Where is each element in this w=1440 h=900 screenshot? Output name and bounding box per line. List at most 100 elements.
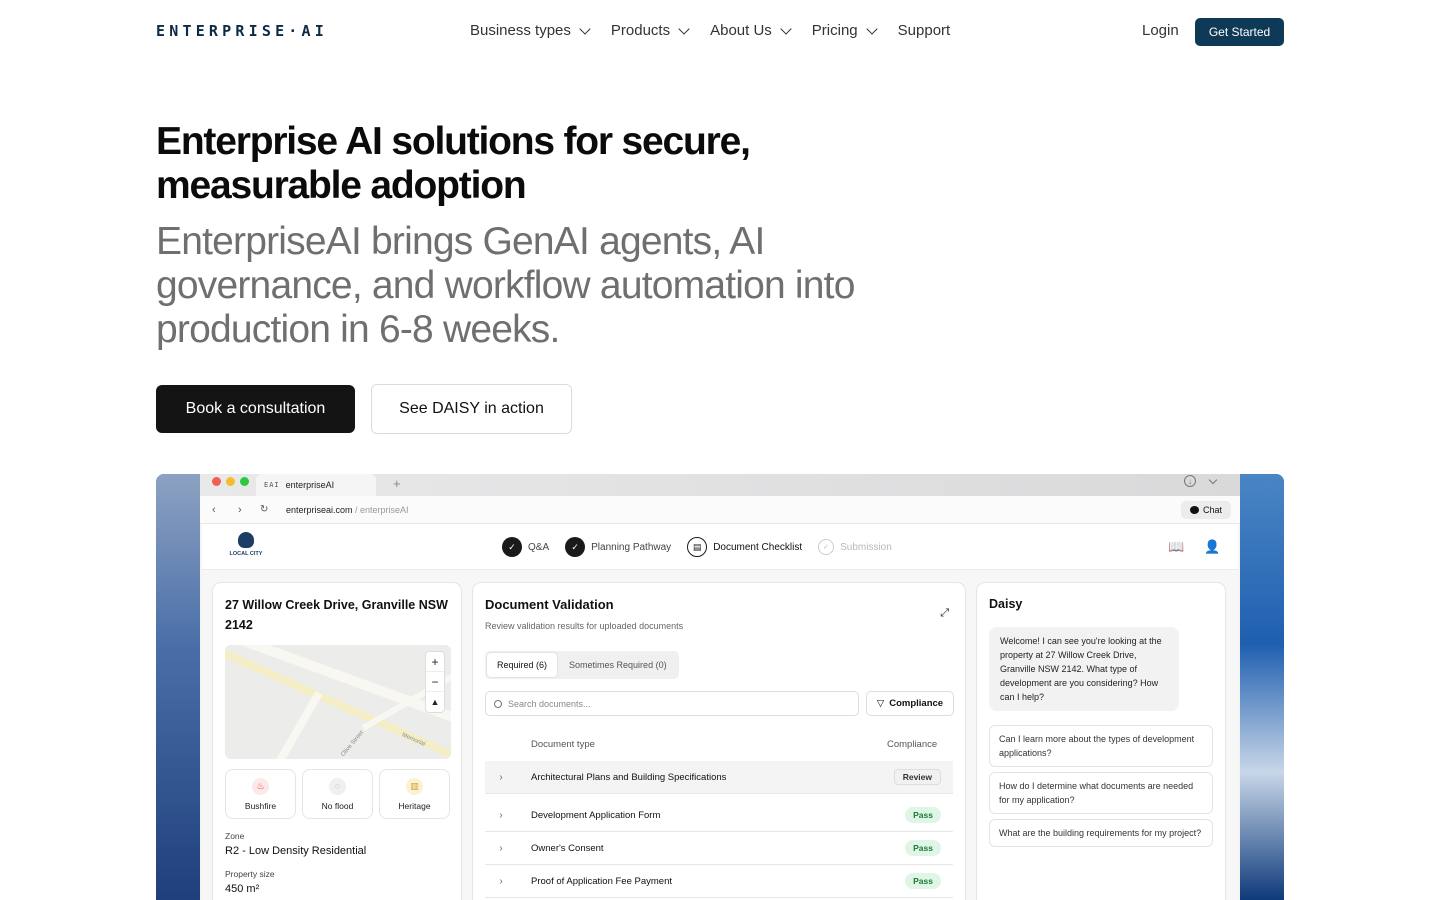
get-started-button[interactable]: Get Started: [1195, 18, 1284, 46]
step-planning-pathway[interactable]: ✓ Planning Pathway: [565, 537, 671, 557]
nav-link-label: Pricing: [811, 22, 858, 39]
search-input[interactable]: Search documents...: [485, 691, 859, 716]
document-validation-card: Document Validation Review validation re…: [472, 582, 966, 900]
search-placeholder: Search documents...: [508, 698, 591, 709]
chat-button[interactable]: Chat: [1181, 501, 1231, 519]
step-label: Planning Pathway: [591, 541, 672, 553]
app-header: LOCAL CITY ✓ Q&A ✓ Planning Pathway ▤ Docum…: [202, 524, 1238, 570]
close-dot-icon[interactable]: [212, 477, 221, 486]
chevron-right-icon: ›: [499, 809, 503, 821]
map-zoom-control: + − ▲: [425, 651, 445, 713]
suggestion-chip[interactable]: How do I determine what documents are ne…: [989, 772, 1213, 814]
filter-label: Compliance: [889, 698, 944, 709]
validation-title: Document Validation: [485, 597, 614, 612]
check-circle-icon: ✓: [565, 537, 586, 557]
nav-about-us[interactable]: About Us: [710, 22, 792, 39]
logo[interactable]: ENTERPRISE·AI: [156, 22, 328, 40]
map-road: [225, 645, 451, 727]
user-icon[interactable]: 👤: [1204, 539, 1220, 555]
step-label: Submission: [840, 541, 892, 553]
zoom-out-icon[interactable]: −: [426, 672, 444, 692]
chevron-down-icon[interactable]: [1208, 475, 1218, 485]
map-road: [255, 691, 323, 759]
zoom-in-icon[interactable]: +: [426, 652, 444, 672]
chat-label: Chat: [1202, 505, 1222, 515]
hero-subtitle: EnterpriseAI brings GenAI agents, AI gov…: [156, 220, 855, 351]
water-icon: ◌: [329, 777, 346, 795]
tag-bushfire[interactable]: ♨ Bushfire: [225, 769, 296, 819]
chevron-right-icon: ›: [499, 875, 503, 887]
tag-no-flood[interactable]: ◌ No flood: [302, 769, 373, 819]
tab-required[interactable]: Required (6): [487, 653, 558, 677]
table-row[interactable]: › Architectural Plans and Building Specif…: [485, 761, 953, 794]
crest-label: LOCAL CITY: [229, 551, 263, 557]
progress-steps: ✓ Q&A ✓ Planning Pathway ▤ Document Checkli…: [502, 537, 892, 557]
search-icon: [494, 699, 502, 708]
property-address: 27 Willow Creek Drive, Granville NSW 214…: [225, 598, 448, 632]
nav-link-label: Support: [897, 22, 951, 39]
browser-tab[interactable]: EAI enterpriseAI: [256, 474, 376, 496]
status-badge: Pass: [905, 807, 941, 823]
street-label: Olive Street: [340, 730, 366, 758]
compliance-filter-button[interactable]: ▽ Compliance: [866, 691, 954, 716]
column-header-compliance: Compliance: [887, 739, 938, 750]
table-row[interactable]: › Proof of Application Fee Payment Pass: [485, 865, 953, 898]
table-row[interactable]: › Owner's Consent Pass: [485, 832, 953, 865]
step-document-checklist[interactable]: ▤ Document Checklist: [687, 537, 802, 557]
step-label: Q&A: [528, 541, 550, 553]
forward-icon[interactable]: ›: [238, 504, 242, 516]
document-icon: ▤: [687, 537, 708, 557]
step-submission[interactable]: ✓ Submission: [818, 539, 892, 555]
chevron-down-icon: [579, 22, 591, 35]
back-icon[interactable]: ‹: [212, 504, 216, 516]
download-icon[interactable]: ↓: [1184, 475, 1196, 487]
building-icon: ▥: [406, 777, 423, 795]
login-link[interactable]: Login: [1142, 22, 1179, 39]
column-header-document: Document type: [531, 739, 595, 750]
browser-urlbar: ‹ › ↻ enterpriseai.com / enterpriseAI Ch…: [200, 496, 1240, 524]
book-consultation-button[interactable]: Book a consultation: [156, 385, 355, 433]
minimize-dot-icon[interactable]: [226, 477, 235, 486]
new-tab-icon[interactable]: +: [393, 476, 401, 491]
crest-shield-icon: [238, 532, 254, 548]
check-circle-icon: ✓: [502, 537, 522, 557]
nav-support[interactable]: Support: [898, 22, 951, 39]
step-qa[interactable]: ✓ Q&A: [502, 537, 549, 557]
step-label: Document Checklist: [713, 541, 803, 553]
nav-business-types[interactable]: Business types: [470, 22, 591, 39]
flame-icon: ♨: [252, 777, 269, 795]
hazard-tags: ♨ Bushfire ◌ No flood ▥ Heritage: [225, 769, 450, 819]
tag-label: Bushfire: [244, 800, 277, 811]
expand-icon[interactable]: ⤢: [940, 607, 949, 620]
compass-icon[interactable]: ▲: [426, 692, 444, 712]
book-icon[interactable]: 📖: [1168, 539, 1184, 555]
tab-sometimes-required[interactable]: Sometimes Required (0): [559, 653, 677, 677]
browser-window: EAI enterpriseAI + ↓ ‹ › ↻ enterpriseai.…: [200, 474, 1240, 900]
see-daisy-button[interactable]: See DAISY in action: [371, 384, 572, 434]
chat-bubble-icon: [1189, 506, 1199, 514]
tag-label: Heritage: [398, 800, 431, 811]
maximize-dot-icon[interactable]: [240, 477, 249, 486]
table-row[interactable]: › Development Application Form Pass: [485, 799, 953, 832]
url-host: enterpriseai.com: [286, 505, 353, 515]
suggestion-chip[interactable]: What are the building requirements for m…: [989, 819, 1213, 847]
backdrop-left: [156, 474, 202, 900]
url-field[interactable]: enterpriseai.com / enterpriseAI: [286, 505, 409, 515]
reload-icon[interactable]: ↻: [260, 504, 268, 515]
assistant-message: Welcome! I can see you're looking at the…: [989, 627, 1179, 711]
property-map[interactable]: Memorial Olive Street + − ▲: [225, 645, 451, 759]
row-name: Owner's Consent: [531, 842, 604, 854]
check-circle-icon: ✓: [818, 539, 835, 555]
top-nav: ENTERPRISE·AI Business types Products Ab…: [0, 0, 1440, 64]
size-value: 450 m²: [225, 883, 260, 895]
nav-pricing[interactable]: Pricing: [811, 22, 878, 39]
nav-products[interactable]: Products: [611, 22, 690, 39]
suggestion-chip[interactable]: Can I learn more about the types of deve…: [989, 725, 1213, 767]
chevron-down-icon: [678, 22, 690, 35]
tag-heritage[interactable]: ▥ Heritage: [379, 769, 450, 819]
daisy-title: Daisy: [989, 597, 1023, 611]
validation-subtitle: Review validation results for uploaded d…: [485, 621, 684, 631]
chevron-right-icon: ›: [499, 771, 503, 783]
zone-label: Zone: [225, 831, 245, 841]
nav-link-label: About Us: [710, 22, 772, 39]
